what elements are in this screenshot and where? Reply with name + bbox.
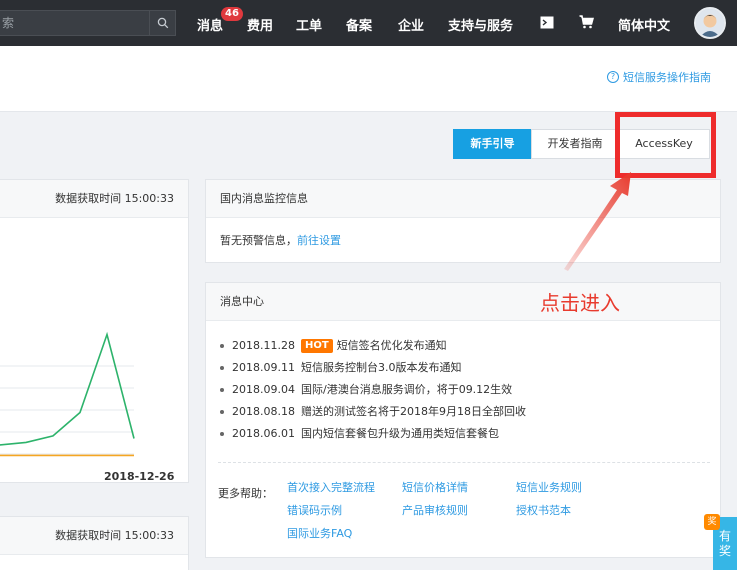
fetch-time-label-2: 数据获取时间 15:00:33	[55, 529, 174, 542]
news-date: 2018.11.28	[232, 339, 295, 352]
top-navbar: 索 消息 46 费用 工单 备案 企业 支持与服务 简体中文	[0, 0, 737, 46]
help-link-rules[interactable]: 短信业务规则	[516, 479, 582, 495]
news-title: 短信服务控制台3.0版本发布通知	[300, 361, 462, 374]
x-axis-end-label: 2018-12-26	[104, 470, 175, 483]
news-title: 国际/港澳台消息服务调价，将于09.12生效	[300, 383, 513, 396]
bullet-icon	[220, 410, 224, 414]
divider	[218, 462, 710, 463]
developer-guide-button[interactable]: 开发者指南	[531, 129, 619, 159]
news-list: 2018.11.28 HOT 短信签名优化发布通知 2018.09.11 短信服…	[206, 321, 720, 445]
nav-language[interactable]: 简体中文	[618, 15, 670, 34]
nav-support[interactable]: 支持与服务	[448, 15, 513, 34]
question-circle-icon: ?	[607, 71, 619, 83]
message-center-panel: 消息中心 2018.11.28 HOT 短信签名优化发布通知 2018.09.1…	[205, 282, 721, 558]
list-item[interactable]: 2018.06.01 国内短信套餐包升级为通用类短信套餐包	[220, 423, 720, 445]
gift-icon: 奖	[704, 514, 720, 530]
news-date: 2018.09.04	[232, 383, 295, 396]
message-center-title: 消息中心	[206, 283, 720, 321]
bullet-icon	[220, 388, 224, 392]
goto-settings-link[interactable]: 前往设置	[297, 234, 341, 247]
nav-fees[interactable]: 费用	[247, 15, 273, 34]
list-item[interactable]: 2018.11.28 HOT 短信签名优化发布通知	[220, 335, 720, 357]
monitor-body: 暂无预警信息，前往设置	[206, 218, 720, 248]
list-item[interactable]: 2018.09.11 短信服务控制台3.0版本发布通知	[220, 357, 720, 379]
chart-panel: 数据获取时间 15:00:33 2018-12-26	[0, 179, 189, 483]
nav-messages[interactable]: 消息	[197, 15, 223, 34]
sms-guide-label: 短信服务操作指南	[623, 71, 711, 84]
second-data-panel: 数据获取时间 15:00:33	[0, 516, 189, 570]
monitor-title: 国内消息监控信息	[206, 180, 720, 218]
fetch-time-label: 数据获取时间 15:00:33	[55, 192, 174, 205]
help-link-intl-faq[interactable]: 国际业务FAQ	[287, 525, 352, 541]
newbie-guide-button[interactable]: 新手引导	[453, 129, 532, 159]
search-button[interactable]	[149, 11, 175, 35]
search-placeholder: 索	[2, 16, 15, 30]
help-link-error-codes[interactable]: 错误码示例	[287, 502, 342, 518]
help-link-review-rules[interactable]: 产品审核规则	[402, 502, 468, 518]
news-date: 2018.09.11	[232, 361, 295, 374]
bullet-icon	[220, 344, 224, 348]
help-link-authorization[interactable]: 授权书范本	[516, 502, 571, 518]
news-title: 赠送的测试签名将于2018年9月18日全部回收	[300, 405, 526, 418]
user-avatar-icon	[696, 9, 724, 37]
nav-enterprise[interactable]: 企业	[398, 15, 424, 34]
reward-text-2: 奖	[718, 544, 731, 558]
bullet-icon	[220, 366, 224, 370]
messages-badge: 46	[221, 7, 243, 21]
news-title: 短信签名优化发布通知	[336, 339, 447, 352]
nav-filing[interactable]: 备案	[346, 15, 372, 34]
monitor-panel: 国内消息监控信息 暂无预警信息，前往设置	[205, 179, 721, 263]
bullet-icon	[220, 432, 224, 436]
no-alert-text: 暂无预警信息，	[220, 234, 297, 247]
search-input[interactable]: 索	[0, 10, 176, 36]
hot-badge: HOT	[300, 339, 333, 353]
cart-icon[interactable]	[579, 15, 594, 29]
chart-panel-header: 数据获取时间 15:00:33	[0, 180, 188, 218]
sms-guide-link[interactable]: ? 短信服务操作指南	[607, 69, 711, 85]
search-icon	[157, 17, 168, 29]
news-date: 2018.06.01	[232, 427, 295, 440]
help-link-first-access[interactable]: 首次接入完整流程	[287, 479, 375, 495]
more-help-label: 更多帮助：	[218, 487, 273, 500]
help-link-pricing[interactable]: 短信价格详情	[402, 479, 468, 495]
news-title: 国内短信套餐包升级为通用类短信套餐包	[300, 427, 499, 440]
list-item[interactable]: 2018.08.18 赠送的测试签名将于2018年9月18日全部回收	[220, 401, 720, 423]
highlight-box	[615, 112, 716, 178]
terminal-icon[interactable]	[540, 16, 554, 29]
news-date: 2018.08.18	[232, 405, 295, 418]
line-chart	[0, 331, 135, 457]
nav-tickets[interactable]: 工单	[296, 15, 322, 34]
page-header: ? 短信服务操作指南	[0, 46, 737, 112]
reward-text-1: 有	[718, 529, 731, 543]
click-annotation: 点击进入	[540, 291, 620, 315]
second-panel-header: 数据获取时间 15:00:33	[0, 517, 188, 555]
arrow-icon	[564, 172, 631, 271]
avatar[interactable]	[694, 7, 726, 39]
list-item[interactable]: 2018.09.04 国际/港澳台消息服务调价，将于09.12生效	[220, 379, 720, 401]
series-line-0	[0, 331, 135, 446]
